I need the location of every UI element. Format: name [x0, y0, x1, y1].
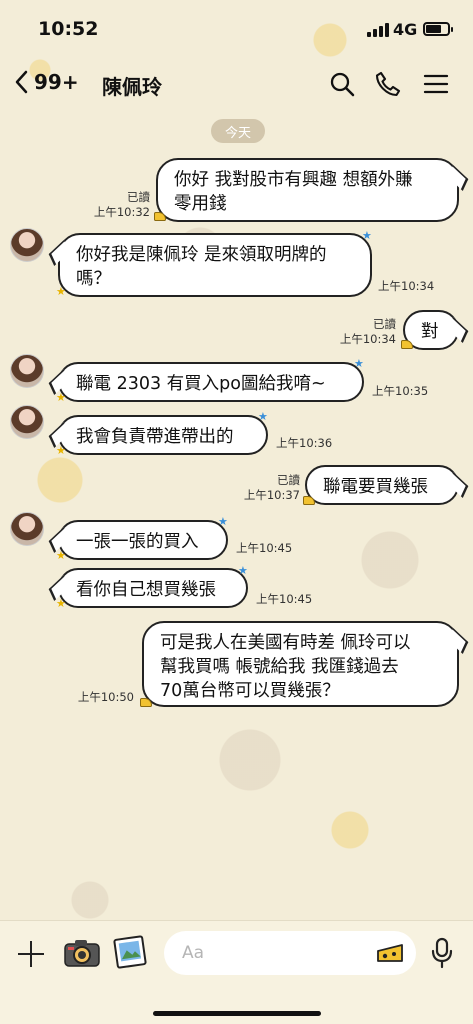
avatar[interactable] — [10, 354, 44, 388]
message-text: 我會負責帶進帶出的 — [76, 427, 234, 447]
chevron-left-icon — [15, 70, 28, 94]
message-time: 上午10:32 — [93, 205, 150, 219]
incoming-message-bubble[interactable]: 我會負責帶進帶出的 — [58, 415, 268, 455]
message-text: 一張一張的買入 — [76, 532, 199, 552]
message-meta: 已讀 上午10:32 — [84, 190, 150, 220]
incoming-message-bubble[interactable]: 一張一張的買入 — [58, 520, 228, 560]
incoming-message-bubble[interactable]: 你好我是陳佩玲 是來領取明牌的 嗎？ — [58, 233, 372, 297]
message-text: 可是我人在美國有時差 佩玲可以 幫我買嗎 帳號給我 我匯錢過去 70萬台幣可以買… — [160, 633, 411, 701]
status-bar: 10:52 4G — [0, 0, 473, 52]
star-icon: ★ — [258, 410, 268, 423]
message-meta: 已讀 上午10:37 — [238, 473, 300, 503]
star-icon: ★ — [218, 515, 228, 528]
message-text: 對 — [421, 322, 439, 342]
star-icon: ★ — [56, 597, 66, 610]
avatar[interactable] — [10, 228, 44, 262]
camera-icon[interactable] — [64, 939, 100, 967]
outgoing-message-bubble[interactable]: 你好 我對股市有興趣 想額外賺 零用錢 — [156, 158, 459, 222]
message-time: 上午10:36 — [276, 436, 333, 450]
read-receipt: 已讀 — [373, 317, 396, 331]
gallery-icon[interactable] — [113, 935, 147, 969]
network-label: 4G — [393, 20, 418, 39]
phone-icon[interactable] — [374, 70, 402, 98]
chat-header: 99+ 陳佩玲 — [0, 58, 473, 110]
message-time: 上午10:34 — [339, 332, 396, 346]
message-time: 上午10:50 — [77, 690, 134, 704]
message-text: 看你自己想買幾張 — [76, 580, 216, 600]
back-button[interactable]: 99+ — [14, 70, 79, 94]
avatar[interactable] — [10, 512, 44, 546]
message-text: 你好我是陳佩玲 是來領取明牌的 嗎？ — [76, 245, 327, 289]
read-receipt: 已讀 — [277, 473, 300, 487]
message-time: 上午10:34 — [378, 279, 435, 293]
status-time: 10:52 — [38, 18, 99, 40]
chat-title: 陳佩玲 — [102, 75, 162, 99]
star-icon: ★ — [56, 444, 66, 457]
star-icon: ★ — [354, 357, 364, 370]
microphone-icon[interactable] — [430, 937, 454, 969]
message-meta: 已讀 上午10:34 — [334, 317, 396, 347]
star-icon: ★ — [238, 564, 248, 577]
incoming-message-bubble[interactable]: 聯電 2303 有買入po圖給我唷~ — [58, 362, 364, 402]
incoming-message-bubble[interactable]: 看你自己想買幾張 — [58, 568, 248, 608]
home-indicator — [153, 1011, 321, 1016]
avatar[interactable] — [10, 405, 44, 439]
message-time: 上午10:37 — [243, 488, 300, 502]
add-icon[interactable] — [16, 939, 46, 969]
outgoing-message-bubble[interactable]: 聯電要買幾張 — [305, 465, 459, 505]
star-icon: ★ — [56, 391, 66, 404]
sticker-icon[interactable] — [376, 941, 404, 965]
message-text: 聯電 2303 有買入po圖給我唷~ — [76, 374, 326, 394]
message-time: 上午10:35 — [372, 384, 429, 398]
message-time: 上午10:45 — [256, 592, 313, 606]
message-text: 聯電要買幾張 — [323, 477, 428, 497]
read-receipt: 已讀 — [127, 190, 150, 204]
star-icon: ★ — [362, 229, 372, 242]
message-time: 上午10:45 — [236, 541, 293, 555]
star-icon: ★ — [56, 549, 66, 562]
message-text: 你好 我對股市有興趣 想額外賺 零用錢 — [174, 170, 413, 214]
outgoing-message-bubble[interactable]: 可是我人在美國有時差 佩玲可以 幫我買嗎 帳號給我 我匯錢過去 70萬台幣可以買… — [142, 621, 459, 707]
menu-icon[interactable] — [422, 70, 450, 98]
date-chip: 今天 — [211, 119, 265, 143]
signal-icon — [367, 23, 389, 37]
star-icon: ★ — [56, 285, 66, 298]
search-icon[interactable] — [328, 70, 356, 98]
message-input-bar — [0, 920, 473, 1024]
battery-icon — [423, 22, 453, 36]
unread-count: 99+ — [34, 70, 79, 94]
